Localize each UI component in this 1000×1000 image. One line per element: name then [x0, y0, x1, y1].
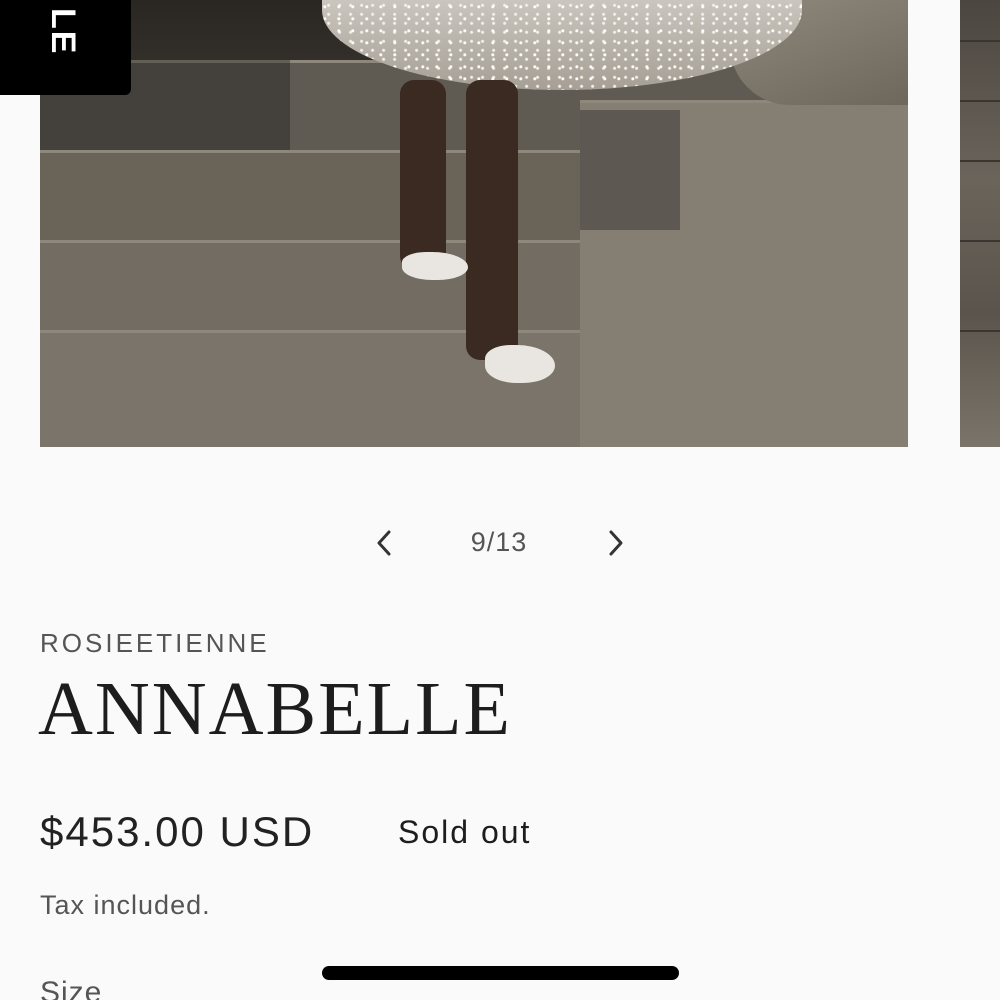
- product-image-next-peek[interactable]: [960, 0, 1000, 447]
- next-slide-button[interactable]: [588, 515, 644, 571]
- product-vendor: ROSIEETIENNE: [40, 628, 270, 658]
- previous-slide-button[interactable]: [356, 515, 412, 571]
- home-indicator[interactable]: [322, 966, 679, 980]
- product-image-current[interactable]: [40, 0, 908, 447]
- sold-out-badge: Sold out: [398, 813, 532, 850]
- product-price: $453.00 USD: [40, 808, 315, 855]
- tax-note: Tax included.: [40, 890, 211, 920]
- size-option-label: Size: [40, 976, 103, 1000]
- chevron-left-icon: [377, 530, 391, 556]
- product-title: ANNABELLE: [38, 667, 512, 751]
- slider-controls: 9/13: [0, 515, 1000, 571]
- chevron-right-icon: [609, 530, 623, 556]
- slide-counter: 9/13: [470, 527, 528, 557]
- sale-badge: LE: [0, 0, 131, 95]
- sale-badge-text: LE: [44, 8, 82, 56]
- product-media-gallery: LE: [0, 0, 1000, 447]
